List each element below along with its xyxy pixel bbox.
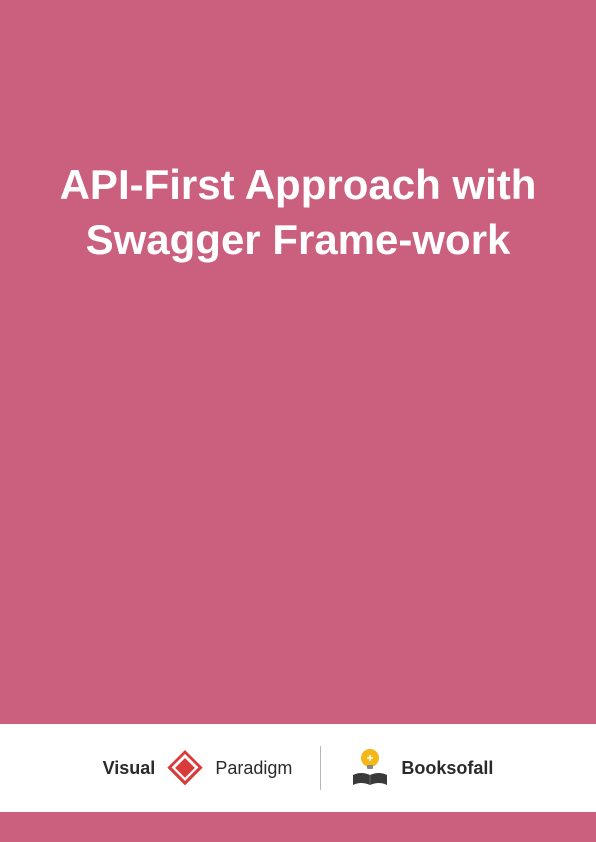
book-title: API-First Approach with Swagger Frame-wo…	[0, 158, 596, 267]
logo1-text-normal: Paradigm	[215, 758, 292, 779]
cover-main: API-First Approach with Swagger Frame-wo…	[0, 0, 596, 724]
visual-paradigm-logo: Visual Paradigm	[103, 748, 293, 788]
diamond-icon	[165, 748, 205, 788]
logo1-text-bold: Visual	[103, 758, 156, 779]
lightbulb-book-icon	[349, 747, 391, 789]
bottom-strip	[0, 812, 596, 842]
footer-band: Visual Paradigm Booksofall	[0, 724, 596, 812]
booksofall-logo: Booksofall	[349, 747, 493, 789]
logo-divider	[320, 746, 321, 790]
logo2-text: Booksofall	[401, 758, 493, 779]
